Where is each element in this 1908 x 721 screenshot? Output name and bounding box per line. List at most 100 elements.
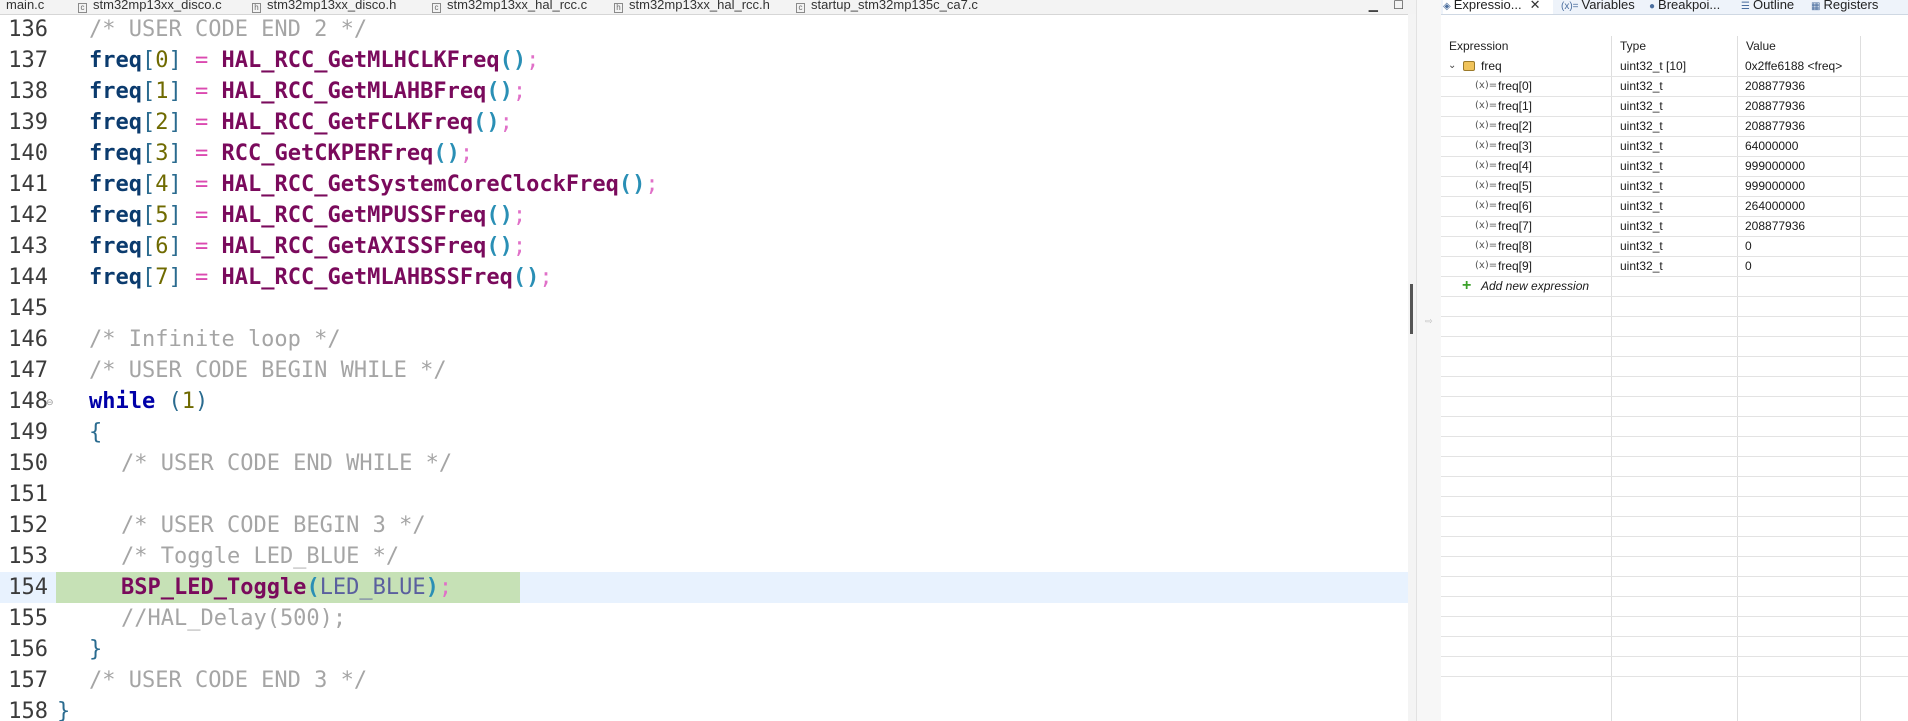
code-line: 138 freq[1] = HAL_RCC_GetMLAHBFreq(); — [0, 76, 1410, 107]
add-expression-row[interactable]: + Add new expression — [1441, 276, 1908, 296]
table-row[interactable]: (x)= freq[8] uint32_t 0 — [1441, 236, 1908, 256]
code-statement: freq[7] = HAL_RCC_GetMLAHBSSFreq(); — [89, 265, 553, 290]
table-row[interactable]: (x)= freq[5] uint32_t 999000000 — [1441, 176, 1908, 196]
line-number: 144 — [8, 265, 48, 290]
line-number: 147 — [8, 358, 48, 383]
table-row[interactable]: (x)= freq[3] uint32_t 64000000 — [1441, 136, 1908, 156]
tab-stm32mp13xx-hal-rcc-c[interactable]: c stm32mp13xx_hal_rcc.c — [432, 0, 587, 14]
splitter-grip-icon[interactable]: ⇨ — [1425, 316, 1433, 327]
table-header: Expression Type Value — [1441, 36, 1908, 56]
editor-scrollbar[interactable] — [1408, 14, 1416, 721]
row-divider — [1441, 636, 1908, 637]
table-row[interactable]: ⌄ freq uint32_t [10] 0x2ffe6188 <freq> — [1441, 56, 1908, 76]
expression-name: freq[9] — [1498, 259, 1533, 273]
column-header-type[interactable]: Type — [1612, 36, 1737, 56]
tab-startup-stm32mp135c-ca7-c[interactable]: c startup_stm32mp135c_ca7.c — [796, 0, 978, 14]
line-number: 152 — [8, 513, 48, 538]
code-line: 153 /* Toggle LED_BLUE */ — [0, 541, 1410, 572]
code-comment: /* USER CODE BEGIN 3 */ — [121, 513, 426, 538]
expression-name: freq[8] — [1498, 239, 1533, 253]
expression-name: freq[1] — [1498, 99, 1533, 113]
expression-type: uint32_t — [1620, 239, 1663, 253]
add-expression-label[interactable]: Add new expression — [1481, 276, 1589, 296]
expression-value[interactable]: 0x2ffe6188 <freq> — [1745, 56, 1842, 76]
table-row[interactable]: (x)= freq[6] uint32_t 264000000 — [1441, 196, 1908, 216]
tab-main-c[interactable]: main.c — [6, 0, 44, 14]
code-line: 156 } — [0, 634, 1410, 665]
expression-value[interactable]: 208877936 — [1745, 76, 1805, 96]
tab-stm32mp13xx-hal-rcc-h[interactable]: h stm32mp13xx_hal_rcc.h — [614, 0, 770, 14]
minimize-icon[interactable]: ▁ — [1369, 0, 1378, 12]
expression-value[interactable]: 264000000 — [1745, 196, 1805, 216]
view-tab-bar: ◈ Expressio... ✕ (x)= Variables ● Breakpoi..… — [1441, 0, 1908, 15]
tab-stm32mp13xx-disco-c[interactable]: c stm32mp13xx_disco.c — [78, 0, 222, 14]
expression-type: uint32_t — [1620, 99, 1663, 113]
row-divider — [1441, 436, 1908, 437]
row-divider — [1441, 496, 1908, 497]
code-line: 143 freq[6] = HAL_RCC_GetAXISSFreq(); — [0, 231, 1410, 262]
tab-variables[interactable]: (x)= Variables — [1561, 0, 1635, 14]
breakpoints-icon: ● — [1649, 1, 1656, 12]
tab-outline[interactable]: ☰ Outline — [1741, 0, 1794, 14]
table-row[interactable]: (x)= freq[9] uint32_t 0 — [1441, 256, 1908, 276]
expression-value[interactable]: 208877936 — [1745, 216, 1805, 236]
row-divider — [1441, 356, 1908, 357]
column-header-expression[interactable]: Expression — [1441, 36, 1611, 56]
expression-type: uint32_t — [1620, 119, 1663, 133]
expression-name: freq[5] — [1498, 179, 1533, 193]
table-row[interactable]: (x)= freq[0] uint32_t 208877936 — [1441, 76, 1908, 96]
tab-registers[interactable]: ▦ Registers — [1811, 0, 1878, 14]
array-icon — [1463, 61, 1475, 71]
tab-label: Registers — [1823, 0, 1879, 12]
expression-value[interactable]: 0 — [1745, 256, 1752, 276]
fold-icon[interactable]: ⊖ — [46, 397, 54, 408]
row-divider — [1441, 316, 1908, 317]
expression-name: freq[2] — [1498, 119, 1533, 133]
variable-icon: (x)= — [1475, 200, 1498, 211]
h-file-icon: h — [614, 3, 623, 13]
expression-value[interactable]: 208877936 — [1745, 96, 1805, 116]
tab-stm32mp13xx-disco-h[interactable]: h stm32mp13xx_disco.h — [252, 0, 396, 14]
expression-value[interactable]: 999000000 — [1745, 176, 1805, 196]
scrollbar-thumb[interactable] — [1410, 284, 1413, 334]
code-statement: freq[3] = RCC_GetCKPERFreq(); — [89, 141, 474, 166]
table-row[interactable]: (x)= freq[4] uint32_t 999000000 — [1441, 156, 1908, 176]
table-row[interactable]: (x)= freq[7] uint32_t 208877936 — [1441, 216, 1908, 236]
row-divider — [1441, 376, 1908, 377]
expression-value[interactable]: 208877936 — [1745, 116, 1805, 136]
code-comment: //HAL_Delay(500); — [121, 606, 347, 631]
code-statement: freq[0] = HAL_RCC_GetMLHCLKFreq(); — [89, 48, 540, 73]
table-row[interactable]: (x)= freq[2] uint32_t 208877936 — [1441, 116, 1908, 136]
line-number: 158 — [8, 699, 48, 721]
editor-tab-bar: main.c c stm32mp13xx_disco.c h stm32mp13xx… — [0, 0, 1416, 15]
expression-name: freq[0] — [1498, 79, 1533, 93]
code-comment: /* USER CODE END 3 */ — [89, 668, 368, 693]
plus-icon[interactable]: + — [1462, 276, 1471, 296]
code-statement: BSP_LED_Toggle(LED_BLUE); — [121, 575, 453, 600]
code-area[interactable]: 136 /* USER CODE END 2 */ 137 freq[0] = … — [0, 14, 1410, 721]
expressions-table[interactable]: Expression Type Value ⌄ freq uint32_t [10]… — [1441, 36, 1908, 721]
tab-breakpoints[interactable]: ● Breakpoi... — [1649, 0, 1720, 14]
code-editor[interactable]: main.c c stm32mp13xx_disco.c h stm32mp13xx… — [0, 0, 1416, 721]
variable-icon: (x)= — [1475, 100, 1498, 111]
variable-icon: (x)= — [1475, 120, 1498, 131]
h-file-icon: h — [252, 3, 261, 13]
column-header-value[interactable]: Value — [1738, 36, 1860, 56]
maximize-icon[interactable]: ☐ — [1393, 0, 1404, 12]
expression-value[interactable]: 0 — [1745, 236, 1752, 256]
table-row[interactable]: (x)= freq[1] uint32_t 208877936 — [1441, 96, 1908, 116]
line-number: 146 — [8, 327, 48, 352]
view-splitter[interactable]: ⇨ — [1416, 0, 1442, 721]
expression-value[interactable]: 999000000 — [1745, 156, 1805, 176]
code-line: 148 ⊖ while (1) — [0, 386, 1410, 417]
tab-label: Breakpoi... — [1658, 0, 1721, 12]
line-number: 156 — [8, 637, 48, 662]
code-line: 137 freq[0] = HAL_RCC_GetMLHCLKFreq(); — [0, 45, 1410, 76]
code-line: 136 /* USER CODE END 2 */ — [0, 14, 1410, 45]
tab-expressions[interactable]: ◈ Expressio... ✕ — [1443, 0, 1553, 14]
close-icon[interactable]: ✕ — [1530, 0, 1541, 12]
code-line: 152 /* USER CODE BEGIN 3 */ — [0, 510, 1410, 541]
chevron-down-icon[interactable]: ⌄ — [1448, 56, 1456, 76]
expression-value[interactable]: 64000000 — [1745, 136, 1798, 156]
expression-type: uint32_t — [1620, 199, 1663, 213]
